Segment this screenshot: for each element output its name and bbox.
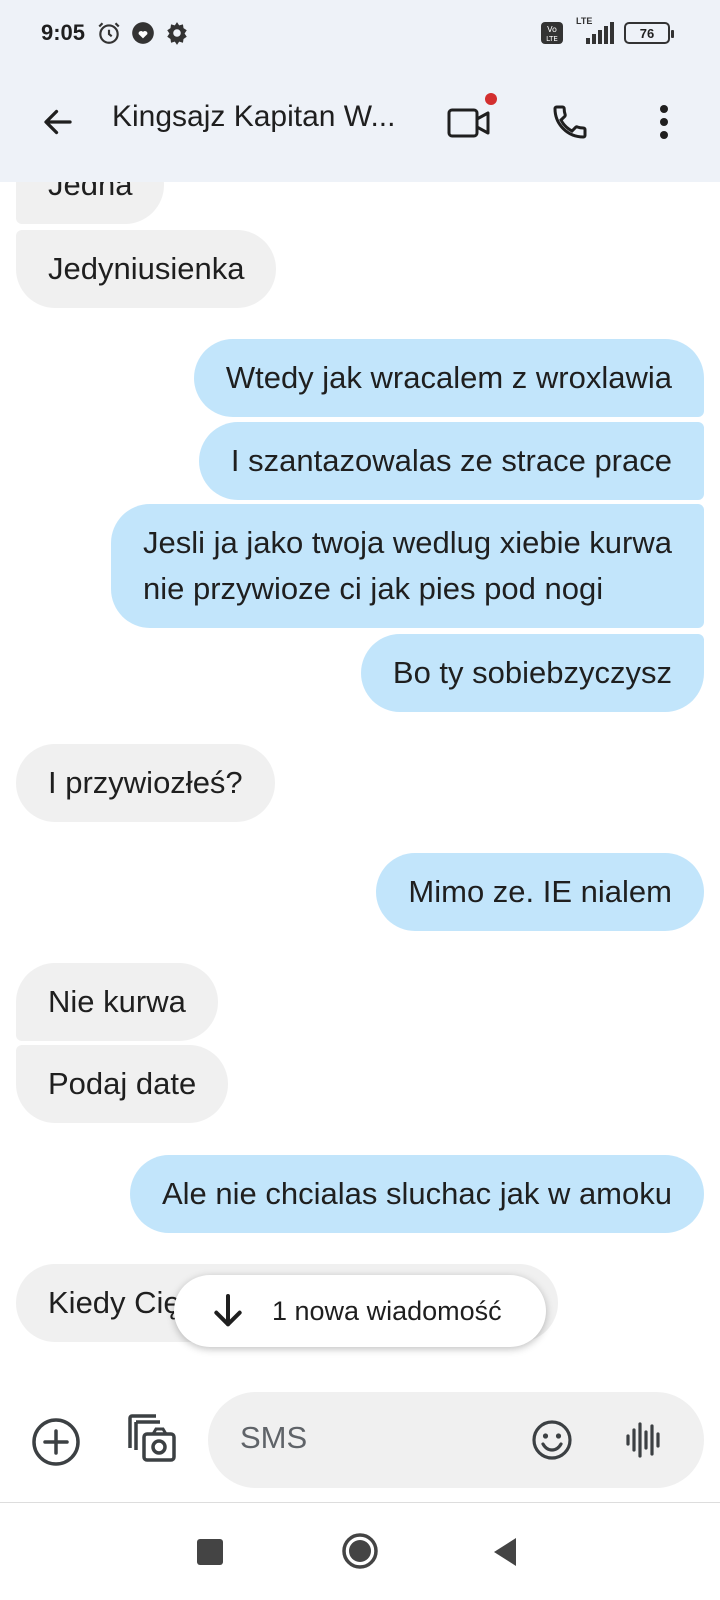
message-bubble-outgoing[interactable]: Wtedy jak wracalem z wroxlawia (193, 339, 704, 417)
home-button-icon[interactable] (340, 1531, 380, 1571)
new-message-label: 1 nowa wiadomość (272, 1295, 502, 1326)
status-bar: 9:05 Vo LTE LTE 76 (0, 0, 720, 70)
more-options-button[interactable] (640, 96, 688, 148)
back-arrow-icon (44, 109, 72, 135)
message-input-container (208, 1392, 704, 1488)
alarm-icon (98, 22, 120, 44)
conversation-header: Kingsajz Kapitan W... (0, 70, 720, 182)
emoji-icon (532, 1420, 572, 1460)
message-bubble-incoming[interactable]: Jedyniusienka (16, 230, 277, 308)
message-bubble-incoming[interactable]: I przywiozłeś? (16, 744, 275, 822)
emoji-button[interactable] (530, 1418, 574, 1462)
arrow-down-icon (214, 1294, 242, 1327)
volte-icon: Vo LTE (541, 22, 563, 44)
status-time: 9:05 (41, 20, 86, 45)
message-bubble-outgoing[interactable]: Jesli ja jako twoja wedlug xiebie kurwa … (111, 504, 704, 628)
message-bubble-outgoing[interactable]: Mimo ze. IE nialem (376, 853, 704, 931)
voice-message-button[interactable] (622, 1418, 666, 1462)
gallery-camera-icon (128, 1414, 176, 1462)
new-message-button[interactable]: 1 nowa wiadomość (174, 1275, 546, 1347)
message-bubble-incoming[interactable]: Podaj date (16, 1045, 229, 1123)
contact-name[interactable]: Kingsajz Kapitan W... (112, 100, 402, 134)
message-bubble-incoming[interactable]: Nie kurwa (16, 963, 218, 1041)
system-nav-bar (0, 1503, 720, 1600)
back-nav-icon[interactable] (490, 1535, 520, 1569)
add-circle-icon (32, 1418, 80, 1466)
message-list[interactable]: Jedna Jedyniusienka Wtedy jak wracalem z… (0, 182, 720, 1378)
battery-level: 76 (639, 25, 655, 41)
message-bubble-outgoing[interactable]: Bo ty sobiebzyczysz (360, 634, 704, 712)
message-line: nie przywioze ci jak pies pod nogi (143, 571, 604, 606)
add-attachment-button[interactable] (30, 1416, 82, 1468)
battery-icon: 76 (624, 22, 674, 44)
phone-icon (553, 105, 587, 139)
sms-input[interactable] (240, 1420, 490, 1456)
message-bubble-outgoing[interactable]: I szantazowalas ze strace prace (198, 422, 704, 500)
call-button[interactable] (544, 96, 596, 148)
video-call-button[interactable] (445, 93, 501, 148)
voice-waveform-icon (626, 1422, 660, 1458)
composer-bar (0, 1378, 720, 1502)
notification-dot (485, 93, 497, 105)
video-call-icon (447, 108, 490, 138)
more-vert-icon (660, 105, 668, 139)
svg-text:Vo: Vo (547, 25, 557, 34)
message-line: Jesli ja jako twoja wedlug xiebie kurwa (143, 525, 672, 560)
message-bubble-incoming[interactable]: Jedna (16, 182, 165, 224)
message-bubble-outgoing[interactable]: Ale nie chcialas sluchac jak w amoku (129, 1155, 704, 1233)
back-button[interactable] (34, 98, 82, 146)
svg-text:LTE: LTE (546, 35, 558, 43)
heart-icon (132, 22, 154, 44)
recents-button[interactable] (197, 1539, 223, 1565)
gallery-button[interactable] (126, 1412, 180, 1466)
signal-icon: LTE (574, 16, 614, 46)
settings-icon (167, 22, 187, 45)
